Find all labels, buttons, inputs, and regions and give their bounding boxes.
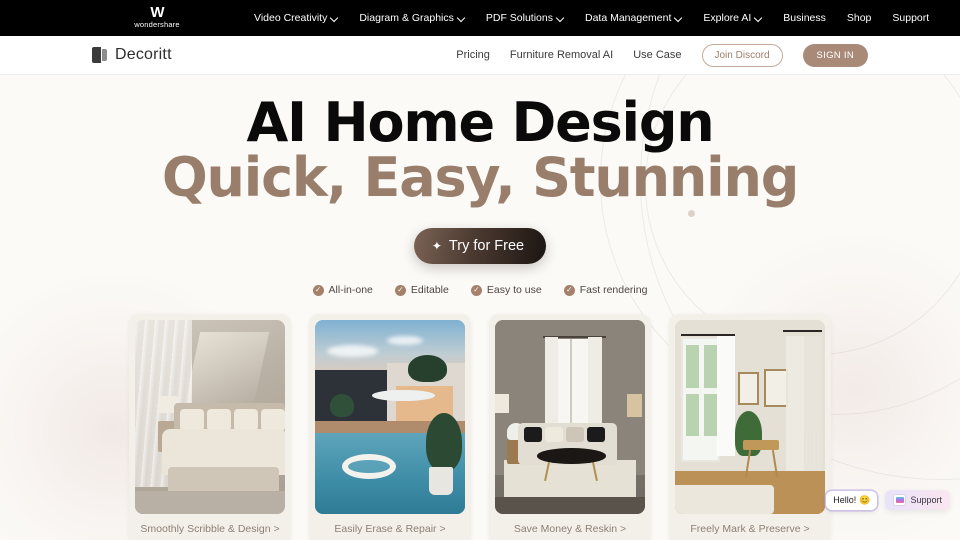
ws-nav-item-shop[interactable]: Shop [847, 12, 872, 24]
feature-card-row: Smoothly Scribble & Design > Easily Eras… [0, 314, 960, 540]
wondershare-logo[interactable]: W wondershare [126, 4, 188, 29]
ws-nav-label: Data Management [585, 12, 672, 24]
ws-nav-item-data-management[interactable]: Data Management [585, 12, 682, 24]
hello-chat-widget[interactable]: Hello! 😊 [826, 490, 878, 510]
ws-nav-label: Shop [846, 12, 872, 24]
ws-nav-label: Video Creativity [254, 12, 328, 24]
wondershare-logo-mark: W [150, 4, 164, 21]
decoritt-brand[interactable]: Decoritt [92, 46, 172, 64]
ws-nav-item-support[interactable]: Support [892, 12, 929, 24]
hello-label: Hello! [833, 495, 857, 505]
hero-title-line1: AI Home Design [246, 91, 714, 154]
feature-label: Editable [410, 284, 449, 296]
card-caption[interactable]: Smoothly Scribble & Design > [135, 514, 285, 540]
site-link-pricing[interactable]: Pricing [456, 49, 490, 61]
feature-easy-to-use: ✓ Easy to use [470, 284, 542, 296]
feature-card-erase-repair[interactable]: Easily Erase & Repair > [309, 314, 471, 540]
try-for-free-button[interactable]: ✦ Try for Free [413, 228, 547, 264]
site-nav-list: Pricing Furniture Removal AI Use Case Jo… [456, 43, 868, 67]
feature-card-scribble-design[interactable]: Smoothly Scribble & Design > [129, 314, 291, 540]
ws-nav-item-video-creativity[interactable]: Video Creativity [254, 12, 338, 24]
feature-fast-rendering: ✓ Fast rendering [563, 284, 648, 296]
decoritt-logo-icon [92, 46, 108, 64]
brand-name: Decoritt [115, 46, 172, 63]
ws-nav-label: Support [892, 12, 930, 24]
chevron-down-icon [675, 15, 682, 22]
card-caption[interactable]: Save Money & Reskin > [495, 514, 645, 540]
ws-nav-label: Business [783, 12, 826, 24]
support-monitor-icon [893, 494, 907, 506]
card-caption[interactable]: Easily Erase & Repair > [315, 514, 465, 540]
card-image-bedroom [135, 320, 285, 514]
chevron-down-icon [331, 15, 338, 22]
feature-editable: ✓ Editable [394, 284, 449, 296]
check-circle-icon: ✓ [394, 284, 406, 296]
feature-label: All-in-one [328, 284, 373, 296]
hero-section: AI Home Design Quick, Easy, Stunning ✦ T… [0, 75, 960, 540]
chevron-down-icon [755, 15, 762, 22]
ws-nav-label: Diagram & Graphics [359, 12, 454, 24]
wondershare-logo-text: wondershare [134, 20, 180, 29]
page-root: W wondershare Video Creativity Diagram &… [0, 0, 960, 540]
ws-nav-item-diagram-graphics[interactable]: Diagram & Graphics [359, 12, 465, 24]
ws-nav-label: Explore AI [703, 12, 752, 24]
card-image-sunroom [675, 320, 825, 514]
chevron-down-icon [557, 15, 564, 22]
check-circle-icon: ✓ [312, 284, 324, 296]
sign-in-button[interactable]: SIGN IN [802, 43, 868, 67]
ws-nav-item-business[interactable]: Business [783, 12, 826, 24]
feature-card-save-money-reskin[interactable]: Save Money & Reskin > [489, 314, 651, 540]
decor-dot-1 [688, 210, 695, 217]
hero-title-line2: Quick, Easy, Stunning [161, 146, 800, 209]
smiley-emoji-icon: 😊 [859, 494, 871, 505]
sparkle-icon: ✦ [431, 239, 442, 253]
floating-widgets: Hello! 😊 Support [826, 490, 950, 510]
feature-label: Fast rendering [579, 284, 648, 296]
check-circle-icon: ✓ [470, 284, 482, 296]
ws-nav-item-pdf-solutions[interactable]: PDF Solutions [486, 12, 564, 24]
feature-card-mark-preserve[interactable]: Freely Mark & Preserve > [669, 314, 831, 540]
site-link-furniture-removal-ai[interactable]: Furniture Removal AI [510, 49, 613, 61]
wondershare-navbar: W wondershare Video Creativity Diagram &… [0, 0, 960, 36]
ws-nav-item-explore-ai[interactable]: Explore AI [703, 12, 762, 24]
feature-label: Easy to use [486, 284, 542, 296]
support-widget[interactable]: Support [885, 490, 950, 510]
hero-feature-list: ✓ All-in-one ✓ Editable ✓ Easy to use ✓ … [0, 284, 960, 296]
join-discord-button[interactable]: Join Discord [701, 43, 783, 67]
check-circle-icon: ✓ [563, 284, 575, 296]
wondershare-nav-list: Video Creativity Diagram & Graphics PDF … [254, 12, 929, 24]
card-image-living-room [495, 320, 645, 514]
chevron-down-icon [458, 15, 465, 22]
support-label: Support [910, 495, 942, 505]
try-for-free-label: Try for Free [448, 238, 525, 254]
ws-nav-label: PDF Solutions [485, 12, 553, 24]
card-image-pool-villa [315, 320, 465, 514]
site-link-use-case[interactable]: Use Case [633, 49, 681, 61]
card-caption[interactable]: Freely Mark & Preserve > [675, 514, 825, 540]
hero-cta-wrap: ✦ Try for Free [0, 228, 960, 264]
site-navbar: Decoritt Pricing Furniture Removal AI Us… [0, 36, 960, 75]
feature-all-in-one: ✓ All-in-one [312, 284, 373, 296]
